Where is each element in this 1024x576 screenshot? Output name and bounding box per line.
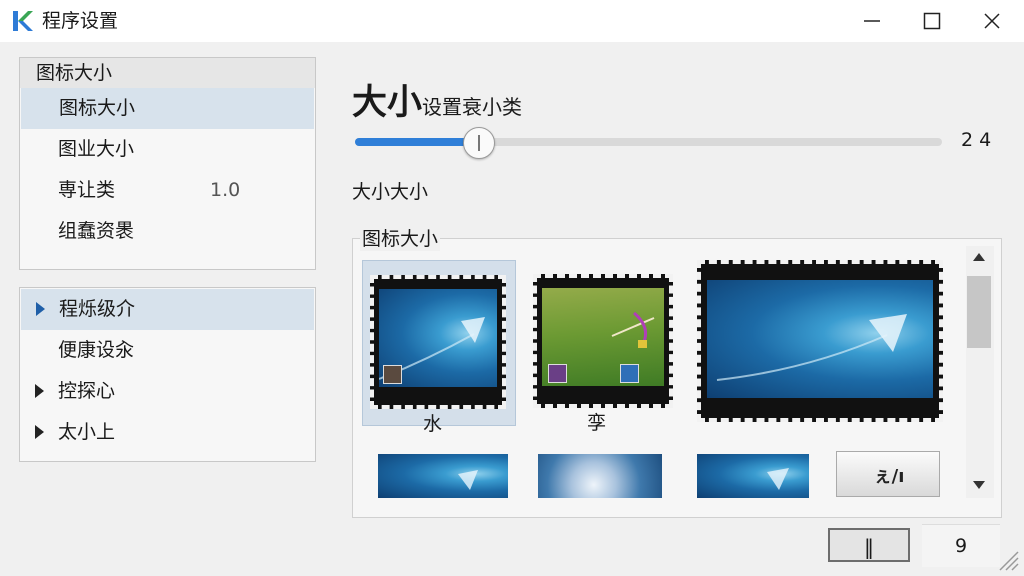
tree-item-1[interactable]: 程烁级介 xyxy=(21,289,314,330)
logo-tile-text: ぇ/ı xyxy=(873,466,905,487)
thumbnail-caption: 水 xyxy=(423,413,443,435)
tree-item-4[interactable]: 太小上 xyxy=(20,412,315,453)
tree-item-label: 太小上 xyxy=(58,421,116,443)
close-icon xyxy=(984,13,1000,29)
page-title-subtitle: 设置衰小类 xyxy=(422,95,523,119)
sidebar-item-3[interactable]: 専让类 1.0 xyxy=(20,170,315,211)
close-button[interactable] xyxy=(962,0,1022,42)
thumbnail-frame xyxy=(697,260,943,422)
icon-thumbnail-3[interactable] xyxy=(697,256,945,426)
sidebar-item-icon-size[interactable]: 图标大小 xyxy=(21,88,314,129)
pause-button[interactable]: ‖ xyxy=(828,528,910,562)
sidebar-item-2[interactable]: 图业大小 xyxy=(20,129,315,170)
tree-item-label: 程烁级介 xyxy=(59,298,136,320)
wallpaper-image xyxy=(707,280,933,398)
controller-icon xyxy=(620,364,639,383)
thumbnail-caption: 孪 xyxy=(587,412,607,434)
slider-value: 2 4 xyxy=(961,129,992,151)
size-slider[interactable] xyxy=(355,127,942,159)
scrollbar-thumb[interactable] xyxy=(967,276,991,348)
sidebar-item-label: 専让类 xyxy=(58,179,116,201)
small-app-icon xyxy=(383,365,402,384)
wallpaper-image xyxy=(378,454,508,498)
tree-item-3[interactable]: 控探心 xyxy=(20,371,315,412)
icon-thumbnail-1[interactable]: 水 xyxy=(362,260,516,435)
settings-tree: 程烁级介 便康设汆 控探心 太小上 xyxy=(19,287,316,462)
paper-plane-icon xyxy=(458,470,478,490)
sidebar-item-label: 图业大小 xyxy=(58,138,135,160)
sidebar-item-4[interactable]: 组蠢资褁 xyxy=(20,211,315,252)
icon-thumbnail-5[interactable] xyxy=(538,454,662,498)
caret-right-icon[interactable] xyxy=(35,384,44,398)
icon-thumbnail-2[interactable]: 孪 xyxy=(527,260,679,434)
thumbnail-frame xyxy=(370,275,506,409)
settings-category-list: 图标大小 图标大小 图业大小 専让类 1.0 组蠢资褁 xyxy=(19,57,316,270)
player-avatar-icon xyxy=(548,364,567,383)
wallpaper-image xyxy=(697,454,809,498)
sidebar-item-label: 图标大小 xyxy=(59,97,136,119)
icon-thumbnail-4[interactable] xyxy=(378,454,508,498)
list-header: 图标大小 xyxy=(20,58,315,88)
scroll-up-icon[interactable] xyxy=(973,253,985,261)
caret-right-icon[interactable] xyxy=(35,425,44,439)
title-bar: 程序设置 xyxy=(0,0,1024,42)
window-title: 程序设置 xyxy=(42,10,119,32)
paper-plane-icon xyxy=(716,314,907,381)
maximize-button[interactable] xyxy=(902,0,962,42)
count-field[interactable]: 9 xyxy=(922,524,1000,567)
wallpaper-image xyxy=(379,289,497,387)
minimize-icon xyxy=(864,20,880,22)
sidebar-item-label: 组蠢资褁 xyxy=(58,220,135,242)
game-scene-image xyxy=(542,288,664,386)
minimize-button[interactable] xyxy=(842,0,902,42)
group-title: 图标大小 xyxy=(360,224,441,251)
tree-item-2[interactable]: 便康设汆 xyxy=(20,330,315,371)
slider-fill xyxy=(355,138,479,146)
maximize-icon xyxy=(923,12,941,30)
thumbnail-frame xyxy=(533,274,673,408)
page-title-main: 大小 xyxy=(352,83,423,123)
sphere-image xyxy=(538,454,662,498)
tree-item-label: 便康设汆 xyxy=(58,339,135,361)
scroll-down-icon[interactable] xyxy=(973,481,985,489)
page-title: 大小设置衰小类 xyxy=(352,74,522,125)
paper-plane-icon xyxy=(767,468,789,490)
icon-thumbnail-7[interactable]: ぇ/ı xyxy=(836,451,940,497)
sidebar-item-value: 1.0 xyxy=(210,179,241,201)
icon-thumbnail-6[interactable] xyxy=(697,454,809,498)
app-logo-icon xyxy=(13,11,33,31)
caret-right-icon[interactable] xyxy=(36,302,45,316)
slider-thumb[interactable] xyxy=(463,127,496,159)
resize-grip-icon[interactable] xyxy=(990,542,1020,572)
tree-item-label: 控探心 xyxy=(58,380,116,402)
section-label: 大小大小 xyxy=(352,181,429,203)
